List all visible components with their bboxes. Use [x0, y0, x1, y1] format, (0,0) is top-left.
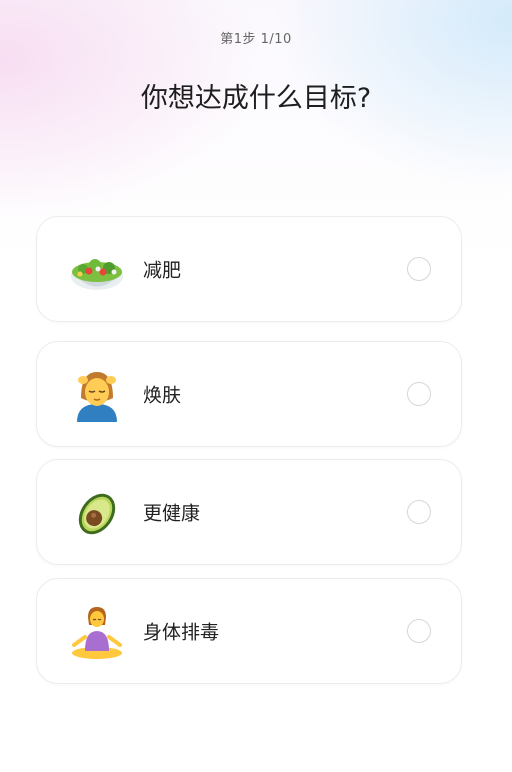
option-radio[interactable]: [407, 500, 431, 524]
yoga-icon: [69, 603, 125, 659]
avocado-icon: [69, 484, 125, 540]
face-massage-icon: [69, 366, 125, 422]
option-card-lose-weight[interactable]: 减肥: [36, 216, 462, 322]
option-label: 焕肤: [143, 384, 182, 407]
option-label: 身体排毒: [143, 621, 220, 644]
option-label: 更健康: [143, 502, 201, 525]
step-indicator: 第1步 1/10: [220, 32, 292, 47]
option-card-skin-care[interactable]: 焕肤: [36, 341, 462, 447]
option-radio[interactable]: [407, 257, 431, 281]
option-radio[interactable]: [407, 382, 431, 406]
option-card-detox[interactable]: 身体排毒: [36, 578, 462, 684]
option-card-healthier[interactable]: 更健康: [36, 459, 462, 565]
option-label: 减肥: [143, 259, 182, 282]
salad-icon: [69, 241, 125, 297]
option-radio[interactable]: [407, 619, 431, 643]
page-title: 你想达成什么目标?: [140, 83, 372, 114]
